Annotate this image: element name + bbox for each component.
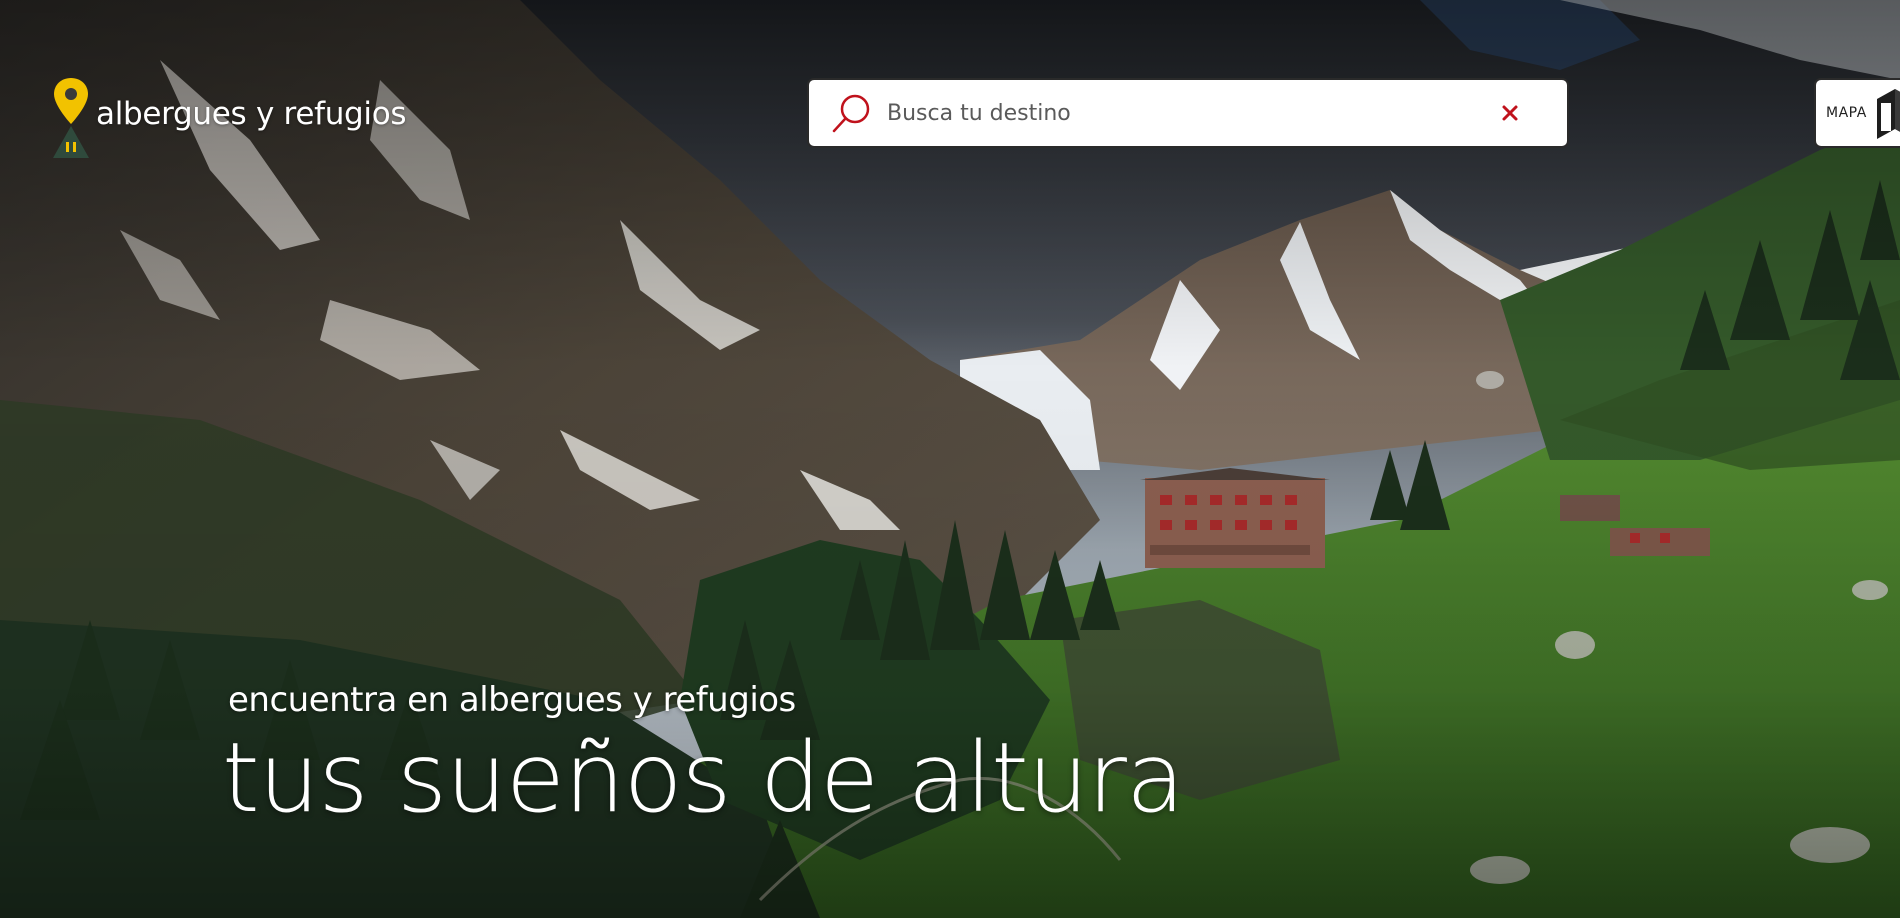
map-book-icon [1876, 89, 1900, 139]
search-input[interactable] [885, 92, 1493, 134]
hero-headline: tus sueños de altura [222, 722, 1185, 834]
map-button[interactable]: MAPA [1814, 78, 1900, 148]
search-icon[interactable] [829, 91, 873, 135]
brand-name: albergues y refugios [96, 96, 407, 132]
map-button-label: MAPA [1826, 105, 1867, 121]
search-bar[interactable] [807, 78, 1569, 148]
location-pin-icon [52, 76, 90, 160]
hero-tagline: encuentra en albergues y refugios [228, 680, 796, 720]
clear-search-button[interactable] [1493, 96, 1527, 130]
close-icon [1502, 105, 1518, 121]
brand-logo[interactable]: albergues y refugios [52, 76, 407, 160]
